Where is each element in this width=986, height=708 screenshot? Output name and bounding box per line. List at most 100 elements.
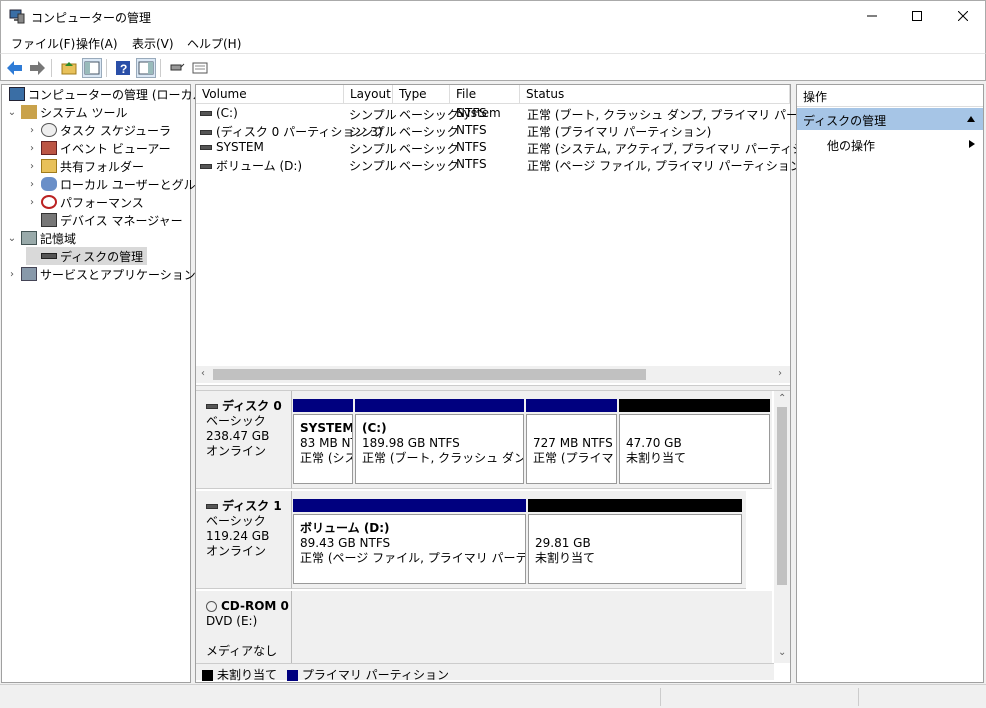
menu-bar: ファイル(F) 操作(A) 表示(V) ヘルプ(H)	[0, 31, 986, 53]
chevron-right-icon[interactable]: ›	[26, 161, 38, 172]
tree-item-disk-management[interactable]: ディスクの管理	[26, 247, 148, 265]
disk-state: オンライン	[206, 544, 267, 558]
chevron-right-icon[interactable]: ›	[26, 125, 38, 136]
tree-label: イベント ビューアー	[60, 141, 171, 156]
table-row[interactable]: ボリューム (D:) シンプル ベーシック NTFS 正常 (ページ ファイル,…	[196, 156, 806, 173]
close-icon	[958, 11, 968, 21]
scrollbar-thumb[interactable]	[213, 369, 646, 380]
volume-icon	[200, 164, 212, 169]
chevron-right-icon[interactable]: ›	[26, 143, 38, 154]
window-title: コンピューターの管理	[31, 11, 152, 25]
properties-button[interactable]	[190, 58, 210, 78]
show-hide-action-pane-button[interactable]	[136, 58, 156, 78]
tree-label: コンピューターの管理 (ローカル)	[28, 87, 210, 102]
partition-title	[535, 521, 735, 536]
tree-item-shared-folders[interactable]: › 共有フォルダー	[26, 157, 144, 175]
menu-help[interactable]: ヘルプ(H)	[187, 35, 241, 52]
scroll-down-icon[interactable]: ⌄	[778, 647, 786, 658]
table-row[interactable]: (C:) シンプル ベーシック NTFS 正常 (ブート, クラッシュ ダンプ,…	[196, 105, 862, 122]
partition-d[interactable]: ボリューム (D:) 89.43 GB NTFS 正常 (ページ ファイル, プ…	[293, 499, 526, 584]
primary-partition-bar	[355, 399, 524, 412]
scroll-left-icon[interactable]: ‹	[201, 368, 205, 379]
forward-button[interactable]	[27, 58, 47, 78]
minimize-button[interactable]	[849, 1, 895, 31]
horizontal-scrollbar[interactable]: ‹ ›	[196, 366, 790, 383]
partition-title	[626, 421, 763, 436]
tree-item-system-tools[interactable]: ⌄ システム ツール	[6, 103, 127, 121]
chevron-right-icon[interactable]: ›	[6, 269, 18, 280]
layout-cell: シンプル	[349, 125, 397, 139]
primary-partition-bar	[526, 399, 617, 412]
computer-management-icon	[9, 9, 25, 24]
disk-name: ディスク 1	[222, 499, 282, 513]
tree-item-event-viewer[interactable]: › イベント ビューアー	[26, 139, 171, 157]
back-button[interactable]	[5, 58, 25, 78]
tree-label: パフォーマンス	[60, 195, 144, 210]
cdrom-0-label[interactable]: CD-ROM 0 DVD (E:) メディアなし	[196, 591, 292, 663]
toolbar: ?	[0, 53, 986, 81]
tree-item-local-users[interactable]: › ローカル ユーザーとグループ	[26, 175, 219, 193]
submenu-arrow-icon[interactable]	[969, 140, 975, 148]
disk-icon	[206, 404, 218, 409]
tree-item-root[interactable]: コンピューターの管理 (ローカル)	[6, 85, 209, 103]
tree-item-storage[interactable]: ⌄ 記憶域	[6, 229, 76, 247]
collapse-up-icon[interactable]	[967, 116, 975, 122]
vertical-scrollbar[interactable]: ⌃ ⌄	[774, 391, 790, 663]
disk-name: ディスク 0	[222, 399, 282, 413]
partition-title: SYSTEM	[300, 421, 353, 435]
up-folder-button[interactable]	[59, 58, 79, 78]
partition-c[interactable]: (C:) 189.98 GB NTFS 正常 (ブート, クラッシュ ダンプ, …	[355, 399, 524, 484]
tree-item-performance[interactable]: › パフォーマンス	[26, 193, 144, 211]
disk-1-partitions: ボリューム (D:) 89.43 GB NTFS 正常 (ページ ファイル, プ…	[292, 491, 746, 589]
menu-action[interactable]: 操作(A)	[76, 35, 118, 52]
disk-0-partitions: SYSTEM 83 MB NT 正常 (シス (C:) 189.98 GB NT…	[292, 391, 772, 489]
partition-size: 189.98 GB NTFS	[362, 436, 460, 450]
actions-section-disk-management[interactable]: ディスクの管理	[797, 108, 983, 130]
partition-status: 正常 (シス	[300, 451, 353, 465]
disk-0-label[interactable]: ディスク 0 ベーシック 238.47 GB オンライン	[196, 391, 292, 489]
partition-title	[533, 421, 610, 436]
column-header-type[interactable]: Type	[393, 85, 450, 104]
more-actions-label: 他の操作	[827, 139, 876, 153]
partition-3[interactable]: 727 MB NTFS 正常 (プライマリ	[526, 399, 617, 484]
tree-item-device-manager[interactable]: デバイス マネージャー	[26, 211, 183, 229]
disk-size: 238.47 GB	[206, 429, 270, 443]
column-header-status[interactable]: Status	[520, 85, 790, 104]
tree-item-services-apps[interactable]: › サービスとアプリケーション	[6, 265, 196, 283]
column-header-file-system[interactable]: File System	[450, 85, 520, 120]
help-icon: ?	[116, 61, 130, 76]
forward-arrow-icon	[30, 61, 45, 75]
help-button[interactable]: ?	[113, 58, 133, 78]
chevron-right-icon[interactable]: ›	[26, 197, 38, 208]
partition-size: 47.70 GB	[626, 436, 682, 450]
show-hide-console-tree-button[interactable]	[82, 58, 102, 78]
close-button[interactable]	[940, 1, 986, 31]
partition-unallocated-0[interactable]: 47.70 GB 未割り当て	[619, 399, 770, 484]
partition-system[interactable]: SYSTEM 83 MB NT 正常 (シス	[293, 399, 353, 484]
column-header-volume[interactable]: Volume	[196, 85, 344, 104]
scroll-up-icon[interactable]: ⌃	[778, 393, 786, 404]
more-actions-item[interactable]: 他の操作	[827, 137, 875, 154]
partition-unallocated-1[interactable]: 29.81 GB 未割り当て	[528, 499, 742, 584]
tree-item-task-scheduler[interactable]: › タスク スケジューラ	[26, 121, 171, 139]
column-header-layout[interactable]: Layout	[344, 85, 393, 104]
connect-button[interactable]	[167, 58, 187, 78]
shared-folder-icon	[41, 159, 57, 173]
scrollbar-thumb[interactable]	[777, 407, 787, 585]
volume-icon	[200, 111, 212, 116]
actions-pane: 操作 ディスクの管理 他の操作	[796, 84, 984, 683]
menu-file[interactable]: ファイル(F)	[11, 35, 75, 52]
legend-unallocated: 未割り当て	[217, 668, 278, 682]
chevron-down-icon[interactable]: ⌄	[6, 233, 18, 244]
chevron-right-icon[interactable]: ›	[26, 179, 38, 190]
scroll-right-icon[interactable]: ›	[778, 368, 782, 379]
status-cell: 正常 (ページ ファイル, プライマリ パーティション)	[527, 159, 807, 173]
menu-view[interactable]: 表示(V)	[132, 35, 174, 52]
maximize-button[interactable]	[894, 1, 940, 31]
chevron-down-icon[interactable]: ⌄	[6, 107, 18, 118]
volume-cell: (C:)	[200, 106, 238, 120]
table-row[interactable]: SYSTEM シンプル ベーシック NTFS 正常 (システム, アクティブ, …	[196, 139, 833, 156]
disk-1-label[interactable]: ディスク 1 ベーシック 119.24 GB オンライン	[196, 491, 292, 589]
partition-status: 正常 (プライマリ	[533, 451, 617, 465]
table-row[interactable]: (ディスク 0 パーティション 3) シンプル ベーシック NTFS 正常 (プ…	[196, 122, 790, 139]
